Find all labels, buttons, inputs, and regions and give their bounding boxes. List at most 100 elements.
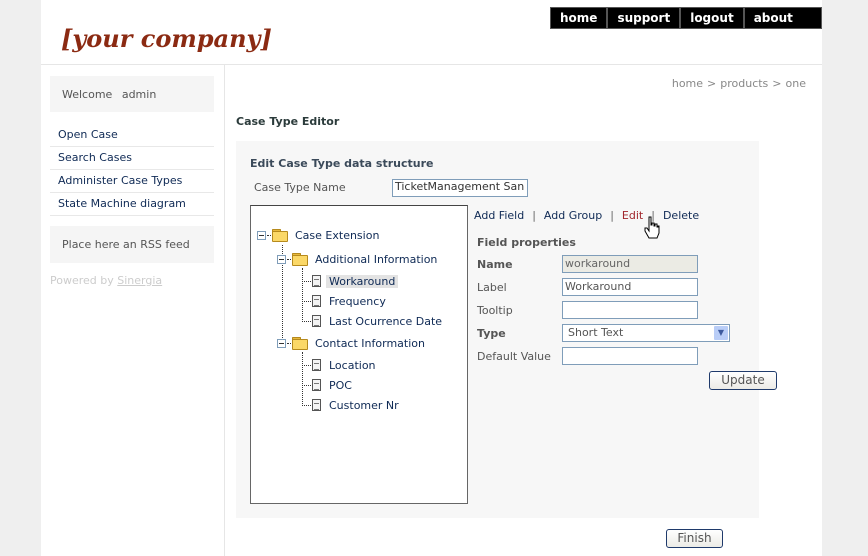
document-icon bbox=[312, 315, 321, 327]
tree-node-label: Workaround bbox=[326, 274, 399, 288]
nav-logout[interactable]: logout bbox=[679, 8, 742, 28]
nav-about-us[interactable]: about us bbox=[742, 8, 821, 45]
nav-home[interactable]: home bbox=[551, 8, 606, 28]
label-input[interactable]: Workaround bbox=[562, 278, 698, 296]
sidebar-menu: Open Case Search Cases Administer Case T… bbox=[50, 124, 214, 216]
breadcrumb-separator: > bbox=[772, 77, 782, 90]
field-type-row: Type Short Text ▼ bbox=[477, 324, 730, 342]
tree-node-location[interactable]: Location bbox=[302, 356, 379, 374]
collapse-icon[interactable] bbox=[277, 338, 286, 348]
tree-node-label: Additional Information bbox=[315, 252, 438, 266]
tree-node-label: Frequency bbox=[329, 294, 386, 308]
hand-cursor-icon bbox=[644, 216, 660, 239]
sidebar-item-administer-case-types[interactable]: Administer Case Types bbox=[50, 170, 214, 193]
powered-by-label: Powered by bbox=[50, 274, 114, 287]
username: admin bbox=[121, 88, 157, 101]
tree-connector bbox=[302, 320, 311, 322]
folder-icon bbox=[292, 337, 308, 350]
document-icon bbox=[312, 379, 321, 391]
header-divider bbox=[41, 64, 822, 65]
tree-connector bbox=[302, 280, 311, 282]
tree-connector bbox=[302, 364, 311, 366]
tree-node-label: Contact Information bbox=[315, 336, 425, 350]
tree-node-case-extension[interactable]: Case Extension bbox=[257, 226, 382, 244]
breadcrumb: home > products > one bbox=[672, 77, 806, 90]
tree-node-poc[interactable]: POC bbox=[302, 376, 355, 394]
tree-connector bbox=[287, 342, 291, 344]
tree-actions: Add Field | Add Group | Edit | Delete bbox=[474, 209, 699, 222]
action-separator: | bbox=[532, 209, 536, 222]
tree-connector bbox=[302, 300, 311, 302]
tree-node-customer-nr[interactable]: Customer Nr bbox=[302, 396, 402, 414]
breadcrumb-home[interactable]: home bbox=[672, 77, 703, 90]
case-type-name-label: Case Type Name bbox=[254, 181, 346, 194]
document-icon bbox=[312, 359, 321, 371]
document-icon bbox=[312, 295, 321, 307]
top-navigation: home support logout about us bbox=[550, 7, 822, 45]
case-type-editor-panel: Edit Case Type data structure Case Type … bbox=[236, 141, 777, 518]
sinergia-link[interactable]: Sinergia bbox=[117, 274, 162, 287]
default-value-input[interactable] bbox=[562, 347, 698, 365]
collapse-icon[interactable] bbox=[257, 230, 266, 240]
tree-node-additional-information[interactable]: Additional Information bbox=[277, 250, 440, 268]
company-logo[interactable]: [your company] bbox=[61, 24, 272, 53]
welcome-label: Welcome bbox=[62, 88, 113, 101]
tree-node-label: Location bbox=[329, 358, 376, 372]
edit-link[interactable]: Edit bbox=[622, 209, 643, 222]
field-properties-title: Field properties bbox=[477, 236, 576, 249]
panel-title: Edit Case Type data structure bbox=[250, 157, 434, 170]
powered-by: Powered by Sinergia bbox=[50, 274, 162, 287]
tree-node-contact-information[interactable]: Contact Information bbox=[277, 334, 428, 352]
type-select[interactable]: Short Text ▼ bbox=[562, 324, 730, 342]
update-button[interactable]: Update bbox=[709, 371, 777, 390]
case-type-name-input[interactable]: TicketManagement San bbox=[392, 179, 528, 197]
field-label-row: Label Workaround bbox=[477, 278, 698, 296]
breadcrumb-separator: > bbox=[707, 77, 717, 90]
finish-button[interactable]: Finish bbox=[666, 529, 723, 548]
tree-node-label: Case Extension bbox=[295, 228, 380, 242]
name-label: Name bbox=[477, 257, 513, 271]
tree-node-workaround[interactable]: Workaround bbox=[302, 272, 399, 290]
chevron-down-icon[interactable]: ▼ bbox=[714, 326, 728, 340]
page-container: [your company] home support logout about… bbox=[41, 0, 822, 556]
welcome-box: Welcome admin bbox=[50, 76, 214, 112]
tooltip-label: Tooltip bbox=[477, 303, 513, 317]
type-label: Type bbox=[477, 326, 506, 340]
sidebar-item-search-cases[interactable]: Search Cases bbox=[50, 147, 214, 170]
tooltip-input[interactable] bbox=[562, 301, 698, 319]
name-input[interactable]: workaround bbox=[562, 255, 698, 273]
delete-link[interactable]: Delete bbox=[663, 209, 699, 222]
sidebar-item-open-case[interactable]: Open Case bbox=[50, 124, 214, 147]
tree-connector bbox=[302, 384, 311, 386]
type-selected-value: Short Text bbox=[568, 326, 624, 339]
label-label: Label bbox=[477, 280, 507, 294]
sidebar-item-state-machine-diagram[interactable]: State Machine diagram bbox=[50, 193, 214, 216]
action-separator: | bbox=[610, 209, 614, 222]
tree-connector bbox=[302, 404, 311, 406]
tree-node-label: Last Ocurrence Date bbox=[329, 314, 443, 328]
rss-feed-box: Place here an RSS feed bbox=[50, 226, 214, 263]
field-name-row: Name workaround bbox=[477, 255, 698, 273]
document-icon bbox=[312, 275, 321, 287]
nav-support[interactable]: support bbox=[606, 8, 679, 28]
folder-icon bbox=[292, 253, 308, 266]
breadcrumb-one[interactable]: one bbox=[786, 77, 806, 90]
tree-node-last-ocurrence-date[interactable]: Last Ocurrence Date bbox=[302, 312, 445, 330]
collapse-icon[interactable] bbox=[277, 254, 286, 264]
page-title: Case Type Editor bbox=[236, 115, 340, 128]
sidebar-divider bbox=[224, 64, 225, 556]
tree-connector bbox=[287, 258, 291, 260]
document-icon bbox=[312, 399, 321, 411]
data-structure-tree: Case Extension Additional Information Wo… bbox=[250, 205, 468, 504]
tree-node-label: Customer Nr bbox=[329, 398, 399, 412]
breadcrumb-products[interactable]: products bbox=[720, 77, 768, 90]
add-field-link[interactable]: Add Field bbox=[474, 209, 524, 222]
tree-node-frequency[interactable]: Frequency bbox=[302, 292, 389, 310]
add-group-link[interactable]: Add Group bbox=[544, 209, 602, 222]
tree-connector bbox=[267, 234, 271, 236]
field-tooltip-row: Tooltip bbox=[477, 301, 698, 319]
default-value-label: Default Value bbox=[477, 349, 551, 363]
tree-node-label: POC bbox=[329, 378, 352, 392]
field-default-value-row: Default Value bbox=[477, 347, 698, 365]
folder-icon bbox=[272, 229, 288, 242]
